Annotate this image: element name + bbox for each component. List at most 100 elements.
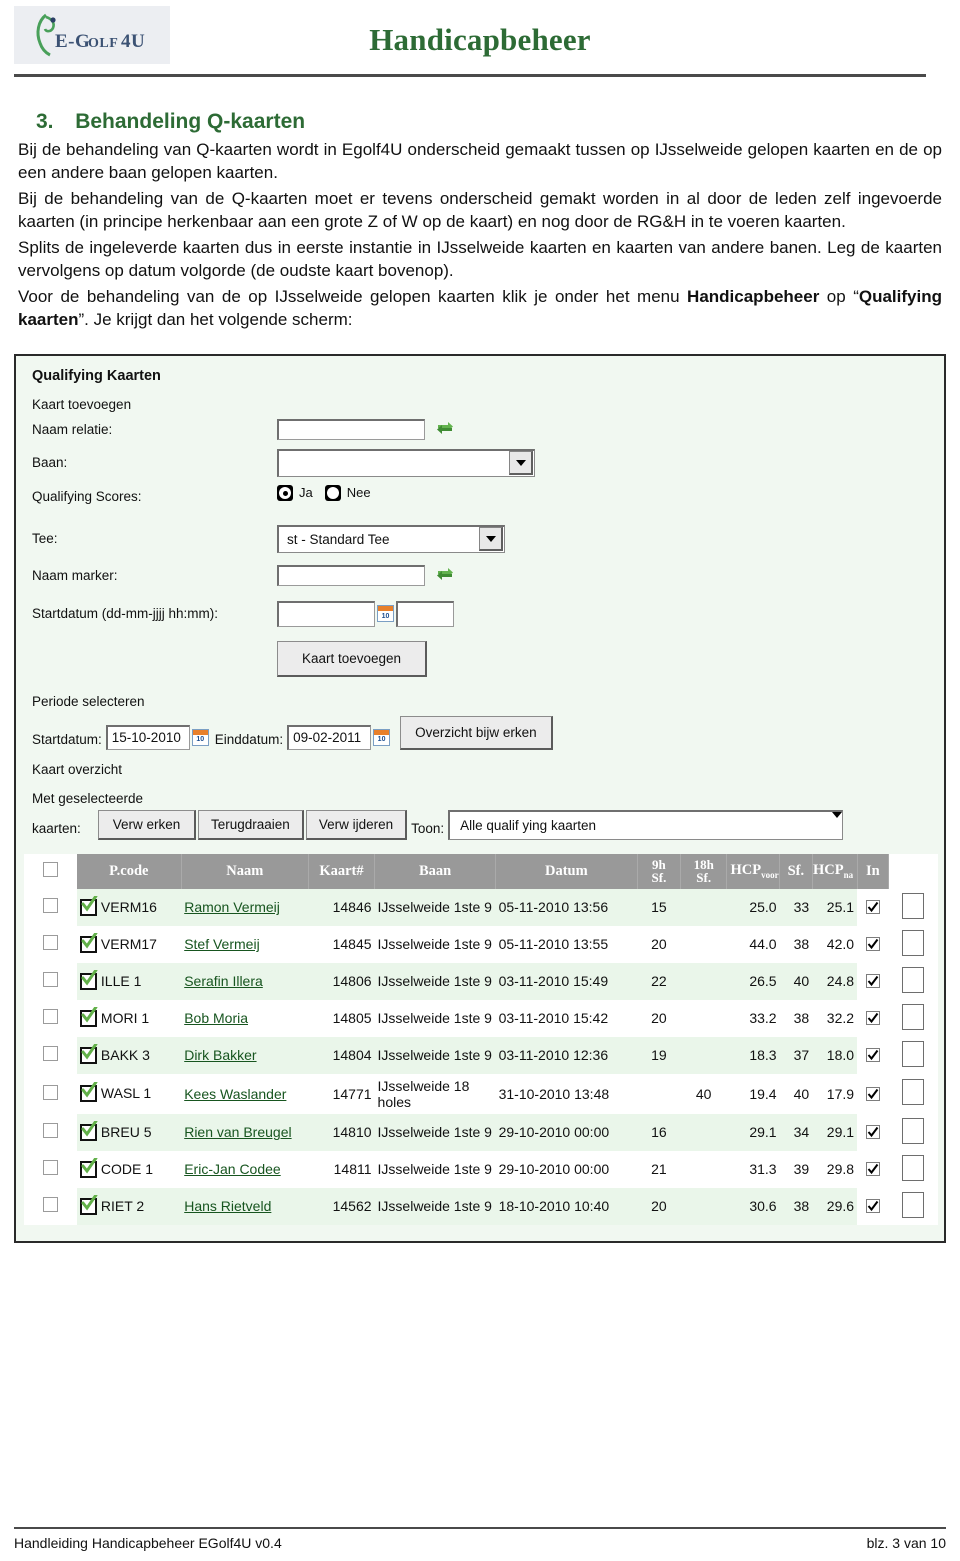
row-select-checkbox[interactable]: [42, 1123, 58, 1139]
in-checkbox[interactable]: [865, 1199, 880, 1214]
th-select-all[interactable]: [24, 853, 77, 889]
player-name-link[interactable]: Dirk Bakker: [184, 1047, 256, 1063]
table-row[interactable]: BAKK 3 Dirk Bakker 14804 IJsselweide 1ste 9…: [24, 1036, 938, 1074]
terugdraaien-button[interactable]: Terugdraaien: [198, 809, 304, 840]
player-name-link[interactable]: Hans Rietveld: [184, 1198, 271, 1214]
in-checkbox[interactable]: [865, 1086, 880, 1101]
th-18h-sf[interactable]: 18h Sf.: [680, 853, 728, 889]
cell-naam[interactable]: Dirk Bakker: [181, 1036, 309, 1074]
row-select-checkbox[interactable]: [42, 1197, 58, 1213]
in-checkbox[interactable]: [865, 1125, 880, 1140]
select-all-checkbox[interactable]: [42, 861, 58, 877]
row-select-cell[interactable]: [24, 1187, 77, 1225]
table-row[interactable]: MORI 1 Bob Moria 14805 IJsselweide 1ste 9 03…: [24, 999, 938, 1037]
chevron-down-icon[interactable]: [479, 527, 503, 552]
cell-naam[interactable]: Rien van Breugel: [181, 1113, 309, 1151]
cell-in[interactable]: [857, 1113, 889, 1151]
naam-relatie-input[interactable]: [277, 419, 425, 441]
player-name-link[interactable]: Serafin Illera: [184, 973, 263, 989]
row-select-cell[interactable]: [24, 1036, 77, 1074]
player-name-link[interactable]: Kees Waslander: [184, 1086, 286, 1102]
chevron-down-icon[interactable]: [509, 451, 533, 476]
scorecard-document-icon[interactable]: [902, 1079, 925, 1106]
th-hcp-voor[interactable]: HCPvoor: [726, 853, 781, 889]
cell-in[interactable]: [857, 1187, 889, 1225]
row-select-checkbox[interactable]: [42, 935, 58, 951]
scorecard-document-icon[interactable]: [902, 892, 925, 919]
radio-qualifying-ja[interactable]: [277, 484, 293, 501]
table-row[interactable]: VERM17 Stef Vermeij 14845 IJsselweide 1ste …: [24, 925, 938, 963]
cell-in[interactable]: [857, 1073, 889, 1114]
naam-marker-input[interactable]: [277, 565, 425, 587]
th-in[interactable]: In: [857, 853, 890, 889]
row-select-cell[interactable]: [24, 925, 77, 963]
player-name-link[interactable]: Bob Moria: [184, 1010, 248, 1026]
in-checkbox[interactable]: [865, 937, 880, 952]
row-select-checkbox[interactable]: [42, 972, 58, 988]
row-select-cell[interactable]: [24, 1073, 77, 1114]
cell-document[interactable]: [888, 1113, 938, 1151]
cell-in[interactable]: [857, 999, 889, 1037]
scorecard-document-icon[interactable]: [902, 1003, 925, 1030]
cell-in[interactable]: [857, 1150, 889, 1188]
cell-document[interactable]: [888, 999, 938, 1037]
cell-document[interactable]: [888, 888, 938, 926]
table-row[interactable]: BREU 5 Rien van Breugel 14810 IJsselweide 1…: [24, 1113, 938, 1151]
row-select-cell[interactable]: [24, 962, 77, 1000]
scorecard-document-icon[interactable]: [902, 966, 925, 993]
row-select-checkbox[interactable]: [42, 1160, 58, 1176]
player-name-link[interactable]: Eric-Jan Codee: [184, 1161, 281, 1177]
scorecard-document-icon[interactable]: [902, 1191, 925, 1218]
calendar-icon[interactable]: 10: [377, 605, 394, 623]
th-sf[interactable]: Sf.: [779, 853, 813, 889]
in-checkbox[interactable]: [865, 900, 880, 915]
table-row[interactable]: WASL 1 Kees Waslander 14771 IJsselweide 18 …: [24, 1073, 938, 1114]
th-hcp-na[interactable]: HCPna: [812, 853, 858, 889]
cell-document[interactable]: [888, 962, 938, 1000]
row-select-checkbox[interactable]: [42, 898, 58, 914]
row-select-checkbox[interactable]: [42, 1046, 58, 1062]
player-name-link[interactable]: Stef Vermeij: [184, 936, 259, 952]
cell-in[interactable]: [857, 888, 889, 926]
table-row[interactable]: ILLE 1 Serafin Illera 14806 IJsselweide 1st…: [24, 962, 938, 1000]
scorecard-document-icon[interactable]: [902, 1117, 925, 1144]
in-checkbox[interactable]: [865, 1162, 880, 1177]
th-kaartnr[interactable]: Kaart#: [308, 853, 376, 889]
table-row[interactable]: VERM16 Ramon Vermeij 14846 IJsselweide 1ste…: [24, 888, 938, 926]
cell-naam[interactable]: Hans Rietveld: [181, 1187, 309, 1225]
in-checkbox[interactable]: [865, 974, 880, 989]
row-select-cell[interactable]: [24, 999, 77, 1037]
baan-select[interactable]: [277, 448, 535, 477]
calendar-icon[interactable]: 10: [191, 728, 209, 746]
tee-select[interactable]: st - Standard Tee: [277, 524, 505, 553]
periode-startdatum-input[interactable]: 15-10-2010: [105, 724, 190, 750]
table-row[interactable]: RIET 2 Hans Rietveld 14562 IJsselweide 1ste…: [24, 1187, 938, 1225]
startdatum-input[interactable]: [277, 600, 375, 627]
th-pcode[interactable]: P.code: [76, 853, 182, 889]
cell-naam[interactable]: Serafin Illera: [181, 962, 309, 1000]
in-checkbox[interactable]: [865, 1011, 880, 1026]
refresh-icon[interactable]: [435, 419, 455, 440]
periode-einddatum-input[interactable]: 09-02-2011: [287, 724, 372, 750]
row-select-cell[interactable]: [24, 1150, 77, 1188]
player-name-link[interactable]: Rien van Breugel: [184, 1124, 291, 1140]
chevron-down-icon[interactable]: [832, 811, 843, 833]
scorecard-document-icon[interactable]: [902, 1040, 925, 1067]
cell-document[interactable]: [888, 1073, 938, 1114]
cell-document[interactable]: [888, 1036, 938, 1074]
th-datum[interactable]: Datum: [495, 853, 638, 889]
cell-in[interactable]: [857, 962, 889, 1000]
calendar-icon[interactable]: 10: [373, 728, 391, 746]
cell-in[interactable]: [857, 925, 889, 963]
row-select-checkbox[interactable]: [42, 1009, 58, 1025]
cell-naam[interactable]: Eric-Jan Codee: [181, 1150, 309, 1188]
th-9h-sf[interactable]: 9h Sf.: [637, 853, 682, 889]
kaart-toevoegen-button[interactable]: Kaart toevoegen: [277, 640, 427, 677]
th-naam[interactable]: Naam: [181, 853, 309, 889]
cell-naam[interactable]: Stef Vermeij: [181, 925, 309, 963]
cell-document[interactable]: [888, 925, 938, 963]
row-select-checkbox[interactable]: [42, 1084, 58, 1100]
verwerken-button[interactable]: Verw erken: [98, 809, 196, 840]
cell-document[interactable]: [888, 1150, 938, 1188]
in-checkbox[interactable]: [865, 1048, 880, 1063]
